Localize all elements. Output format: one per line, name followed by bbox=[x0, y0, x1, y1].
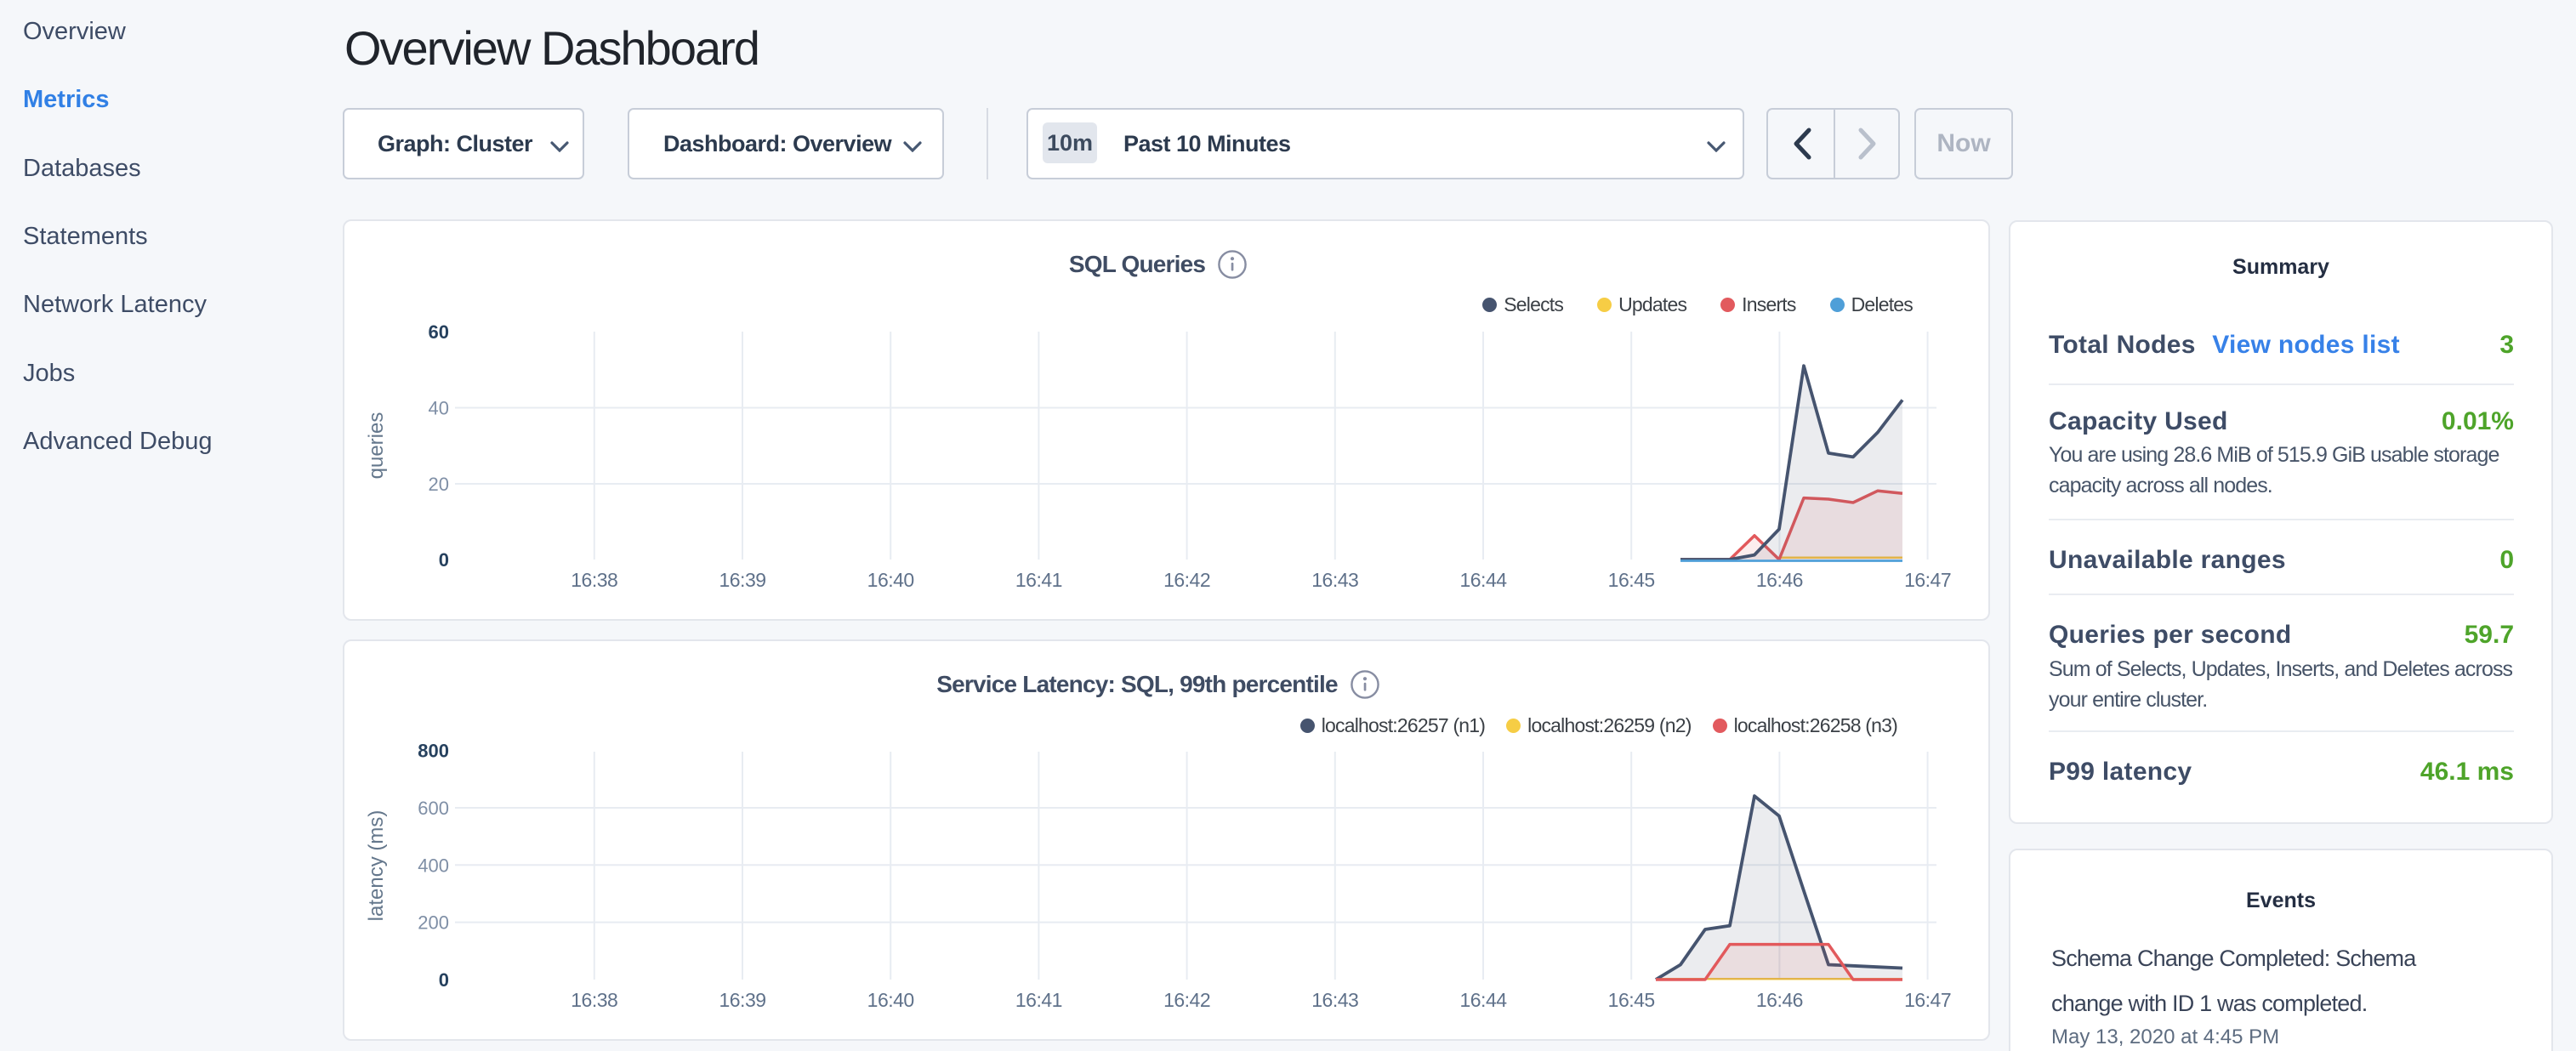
svg-text:16:44: 16:44 bbox=[1459, 989, 1507, 1011]
svg-text:16:43: 16:43 bbox=[1311, 989, 1358, 1011]
svg-text:16:40: 16:40 bbox=[867, 569, 914, 591]
svg-text:0: 0 bbox=[439, 969, 449, 991]
svg-text:20: 20 bbox=[429, 474, 449, 495]
svg-text:800: 800 bbox=[418, 741, 449, 762]
svg-text:16:39: 16:39 bbox=[719, 569, 765, 591]
svg-text:16:47: 16:47 bbox=[1904, 989, 1951, 1011]
svg-text:16:38: 16:38 bbox=[571, 989, 617, 1011]
svg-text:latency (ms): latency (ms) bbox=[365, 810, 388, 922]
svg-text:16:42: 16:42 bbox=[1163, 989, 1210, 1011]
svg-text:16:45: 16:45 bbox=[1608, 569, 1655, 591]
svg-text:16:47: 16:47 bbox=[1904, 569, 1951, 591]
svg-text:600: 600 bbox=[418, 798, 449, 819]
svg-text:16:46: 16:46 bbox=[1756, 989, 1803, 1011]
svg-text:200: 200 bbox=[418, 912, 449, 934]
svg-text:queries: queries bbox=[365, 412, 388, 480]
svg-text:16:42: 16:42 bbox=[1163, 569, 1210, 591]
svg-text:16:40: 16:40 bbox=[867, 989, 914, 1011]
svg-text:400: 400 bbox=[418, 855, 449, 876]
svg-text:40: 40 bbox=[429, 398, 449, 419]
svg-text:16:38: 16:38 bbox=[571, 569, 617, 591]
svg-text:16:39: 16:39 bbox=[719, 989, 765, 1011]
svg-text:16:45: 16:45 bbox=[1608, 989, 1655, 1011]
svg-text:16:46: 16:46 bbox=[1756, 569, 1803, 591]
svg-text:60: 60 bbox=[429, 321, 449, 343]
svg-text:16:43: 16:43 bbox=[1311, 569, 1358, 591]
svg-text:16:44: 16:44 bbox=[1459, 569, 1507, 591]
svg-text:16:41: 16:41 bbox=[1015, 569, 1062, 591]
svg-text:0: 0 bbox=[439, 549, 449, 571]
svg-text:16:41: 16:41 bbox=[1015, 989, 1062, 1011]
